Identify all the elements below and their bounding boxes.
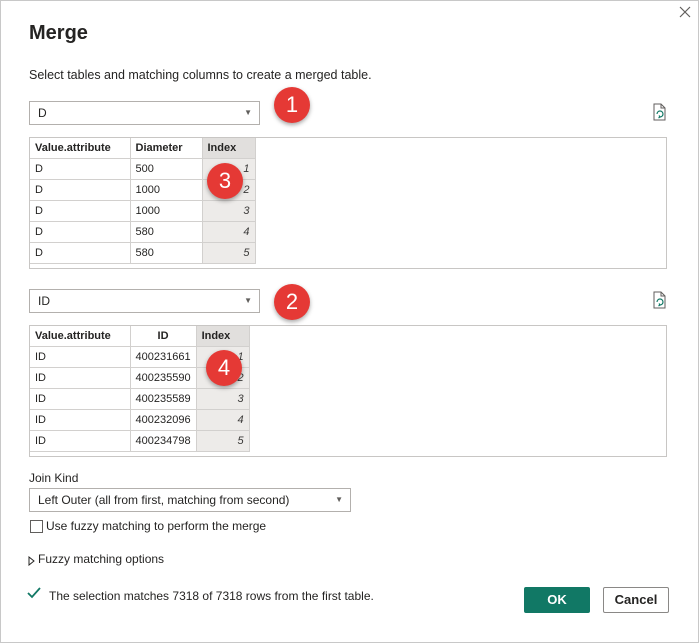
table-cell: 400235590 <box>130 367 197 389</box>
table-row: D 580 4 <box>30 221 256 243</box>
second-table-preview: Value.attribute ID Index ID 400231661 1 … <box>29 325 667 457</box>
table-cell: D <box>30 200 131 222</box>
table-cell: 580 <box>130 242 203 264</box>
dialog-subtitle: Select tables and matching columns to cr… <box>29 68 372 82</box>
first-table-dropdown[interactable]: D ▼ <box>29 101 260 125</box>
table-cell: 1000 <box>130 179 203 201</box>
table-cell: 400234798 <box>130 430 197 452</box>
column-header-value-attribute[interactable]: Value.attribute <box>30 138 131 159</box>
checkmark-icon <box>27 586 41 600</box>
join-kind-dropdown[interactable]: Left Outer (all from first, matching fro… <box>29 488 351 512</box>
table-cell: ID <box>30 388 131 410</box>
dialog-title: Merge <box>29 22 88 44</box>
cancel-button[interactable]: Cancel <box>603 587 669 613</box>
table-row: D 580 5 <box>30 242 256 264</box>
second-table-grid: Value.attribute ID Index ID 400231661 1 … <box>30 326 250 452</box>
table-cell: 500 <box>130 158 203 180</box>
chevron-down-icon: ▼ <box>244 108 252 117</box>
first-table-selected: D <box>38 106 47 120</box>
table-cell: 4 <box>196 409 250 431</box>
column-header-index[interactable]: Index <box>202 138 256 159</box>
fuzzy-matching-checkbox[interactable] <box>30 520 43 533</box>
table-cell: D <box>30 158 131 180</box>
table-cell: D <box>30 221 131 243</box>
table-cell: 3 <box>202 200 256 222</box>
table-cell: ID <box>30 367 131 389</box>
table-cell: 400232096 <box>130 409 197 431</box>
chevron-down-icon: ▼ <box>244 296 252 305</box>
annotation-badge-4: 4 <box>206 350 242 386</box>
table-row: D 1000 3 <box>30 200 256 222</box>
join-kind-selected: Left Outer (all from first, matching fro… <box>38 493 290 507</box>
table-cell: ID <box>30 409 131 431</box>
table-row: ID 400232096 4 <box>30 409 250 431</box>
table-row: ID 400235589 3 <box>30 388 250 410</box>
status-message: The selection matches 7318 of 7318 rows … <box>49 589 374 603</box>
table-cell: 1000 <box>130 200 203 222</box>
fuzzy-options-expander[interactable]: Fuzzy matching options <box>38 552 164 566</box>
table-cell: 400235589 <box>130 388 197 410</box>
table-cell: D <box>30 242 131 264</box>
table-cell: 580 <box>130 221 203 243</box>
annotation-badge-3: 3 <box>207 163 243 199</box>
table-cell: 5 <box>196 430 250 452</box>
annotation-badge-1: 1 <box>274 87 310 123</box>
second-table-selected: ID <box>38 294 50 308</box>
first-table-grid: Value.attribute Diameter Index D 500 1 D… <box>30 138 256 264</box>
table-cell: ID <box>30 430 131 452</box>
chevron-right-icon[interactable] <box>28 553 38 567</box>
column-header-index[interactable]: Index <box>196 326 250 347</box>
table-cell: ID <box>30 346 131 368</box>
table-cell: 400231661 <box>130 346 197 368</box>
table-cell: D <box>30 179 131 201</box>
join-kind-label: Join Kind <box>29 471 79 485</box>
refresh-preview-icon[interactable] <box>652 291 668 309</box>
table-cell: 3 <box>196 388 250 410</box>
column-header-id[interactable]: ID <box>130 326 197 347</box>
column-header-diameter[interactable]: Diameter <box>130 138 203 159</box>
chevron-down-icon: ▼ <box>335 495 343 504</box>
table-cell: 4 <box>202 221 256 243</box>
second-table-dropdown[interactable]: ID ▼ <box>29 289 260 313</box>
fuzzy-matching-label[interactable]: Use fuzzy matching to perform the merge <box>46 519 266 533</box>
column-header-value-attribute[interactable]: Value.attribute <box>30 326 131 347</box>
ok-button[interactable]: OK <box>524 587 590 613</box>
table-row: ID 400234798 5 <box>30 430 250 452</box>
annotation-badge-2: 2 <box>274 284 310 320</box>
table-cell: 5 <box>202 242 256 264</box>
first-table-preview: Value.attribute Diameter Index D 500 1 D… <box>29 137 667 269</box>
refresh-preview-icon[interactable] <box>652 103 668 121</box>
merge-dialog: Merge Select tables and matching columns… <box>0 0 699 643</box>
close-icon[interactable] <box>675 5 695 25</box>
